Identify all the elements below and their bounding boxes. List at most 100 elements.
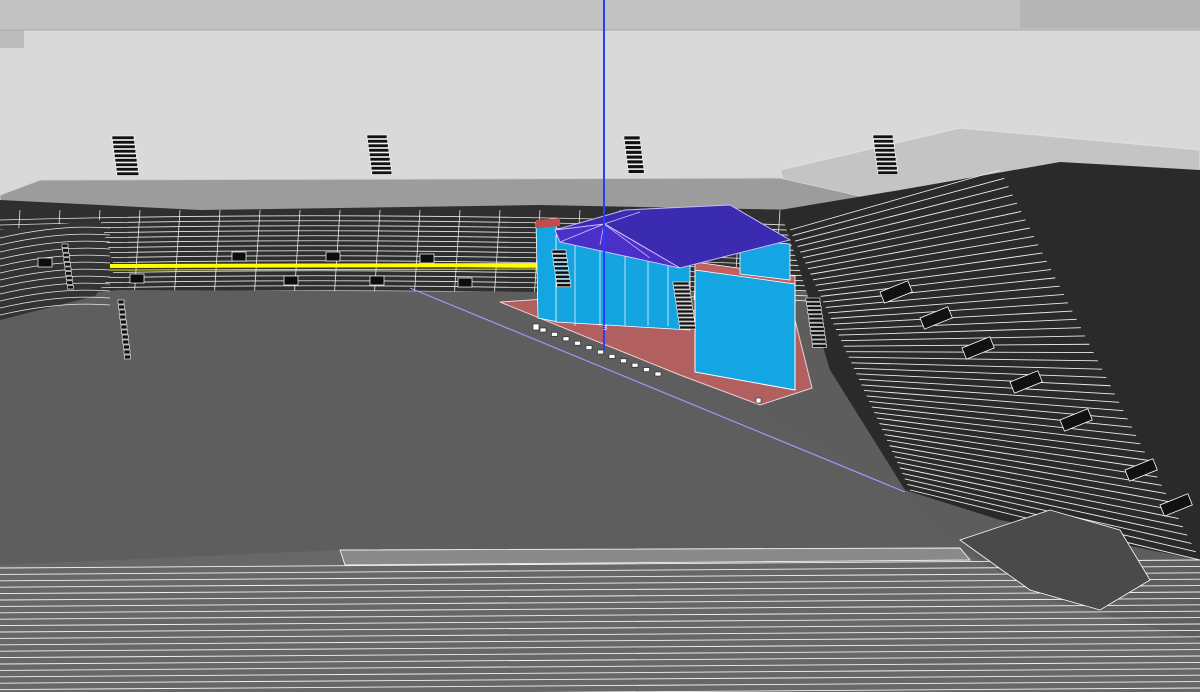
line-array-box (675, 301, 693, 306)
line-array-box (124, 354, 131, 360)
line-array-box (114, 158, 138, 163)
line-array-box (811, 339, 827, 344)
line-array-box (63, 257, 71, 262)
line-array-box (120, 324, 128, 330)
line-array-box (675, 297, 692, 302)
line-array-box (554, 270, 570, 275)
line-array-box (875, 157, 897, 162)
subwoofer (532, 323, 540, 331)
line-array-box (679, 325, 696, 330)
line-array-box (872, 134, 894, 139)
line-array-box (875, 152, 896, 157)
line-array-box (677, 313, 695, 318)
line-array-box (553, 262, 569, 267)
line-array-box (556, 283, 572, 288)
line-array-box (119, 314, 127, 320)
line-array-box (64, 262, 71, 267)
subwoofer (643, 367, 650, 372)
line-array-box (117, 299, 125, 305)
line-array-box (61, 243, 69, 248)
line-array-box (64, 266, 72, 271)
line-array-box (367, 139, 388, 144)
line-array-box (805, 297, 821, 302)
vomitory (419, 253, 435, 264)
line-array-box (65, 271, 72, 276)
line-array-box (67, 285, 74, 290)
line-array-box (118, 304, 125, 310)
line-array-box (808, 314, 823, 319)
line-array-box (811, 335, 826, 340)
line-array-box (678, 317, 695, 322)
line-array-box (627, 169, 645, 174)
vomitory (457, 277, 473, 288)
line-array-box (554, 266, 569, 271)
line-array-box (116, 171, 140, 176)
subwoofer (631, 362, 639, 368)
line-array-box (674, 293, 692, 298)
roof-canopy-right (1020, 0, 1200, 28)
line-array-box (118, 309, 126, 315)
subwoofer (585, 345, 593, 350)
line-array-box (369, 157, 391, 162)
line-array-box (122, 339, 130, 345)
yellow-reference-line (109, 263, 541, 268)
line-array-box (876, 161, 897, 166)
line-array-box (626, 154, 643, 160)
line-array-box (370, 166, 392, 171)
line-array-box (676, 305, 693, 310)
line-array-box (806, 306, 822, 310)
line-array-box (113, 149, 137, 154)
line-array-box (809, 327, 825, 331)
line-array-box (368, 148, 390, 153)
line-array-box (626, 159, 644, 165)
line-array-box (367, 143, 389, 148)
subwoofer (551, 332, 558, 337)
line-array-box (676, 309, 694, 314)
vomitory (325, 251, 341, 262)
subwoofer (597, 349, 604, 355)
subwoofer (574, 340, 581, 346)
vomitory (231, 251, 247, 262)
line-array-box (807, 310, 823, 315)
stage-label: 3 (603, 324, 607, 332)
stage-wing-right (694, 267, 796, 391)
roof-canopy-left (0, 30, 24, 48)
line-array-box (370, 161, 391, 166)
line-array-box (673, 289, 691, 294)
line-array-box (873, 143, 895, 148)
line-array-box (114, 153, 137, 158)
line-array-box (62, 252, 70, 258)
line-array-box (552, 253, 567, 258)
subwoofer (620, 358, 627, 364)
line-array-box (555, 279, 571, 283)
line-array-box (369, 152, 390, 157)
line-array-box (123, 344, 130, 350)
line-array-box (624, 145, 642, 150)
line-array-box (806, 301, 821, 306)
line-array-box (874, 148, 896, 153)
line-array-box (625, 150, 643, 155)
line-array-box (623, 135, 641, 141)
line-array-box (555, 274, 570, 279)
subwoofer (562, 336, 570, 342)
line-array-box (808, 318, 824, 323)
line-array-box (876, 166, 898, 171)
line-array-box (111, 135, 135, 140)
line-array-box (678, 321, 696, 326)
line-array-box (877, 170, 899, 175)
line-array-box (112, 144, 136, 149)
line-array-box (673, 285, 690, 290)
vomitory (369, 275, 385, 286)
line-array-box (366, 134, 388, 139)
line-array-box (115, 167, 139, 172)
line-array-box (672, 281, 690, 286)
line-array-box (812, 343, 827, 348)
line-array-box (551, 249, 567, 254)
3d-viewport[interactable]: 3 (0, 0, 1200, 692)
line-array-box (62, 248, 69, 253)
line-array-box (121, 334, 129, 340)
line-array-box (112, 140, 135, 145)
vomitory (283, 275, 299, 286)
line-array-box (121, 329, 128, 335)
line-array-box (65, 275, 73, 281)
